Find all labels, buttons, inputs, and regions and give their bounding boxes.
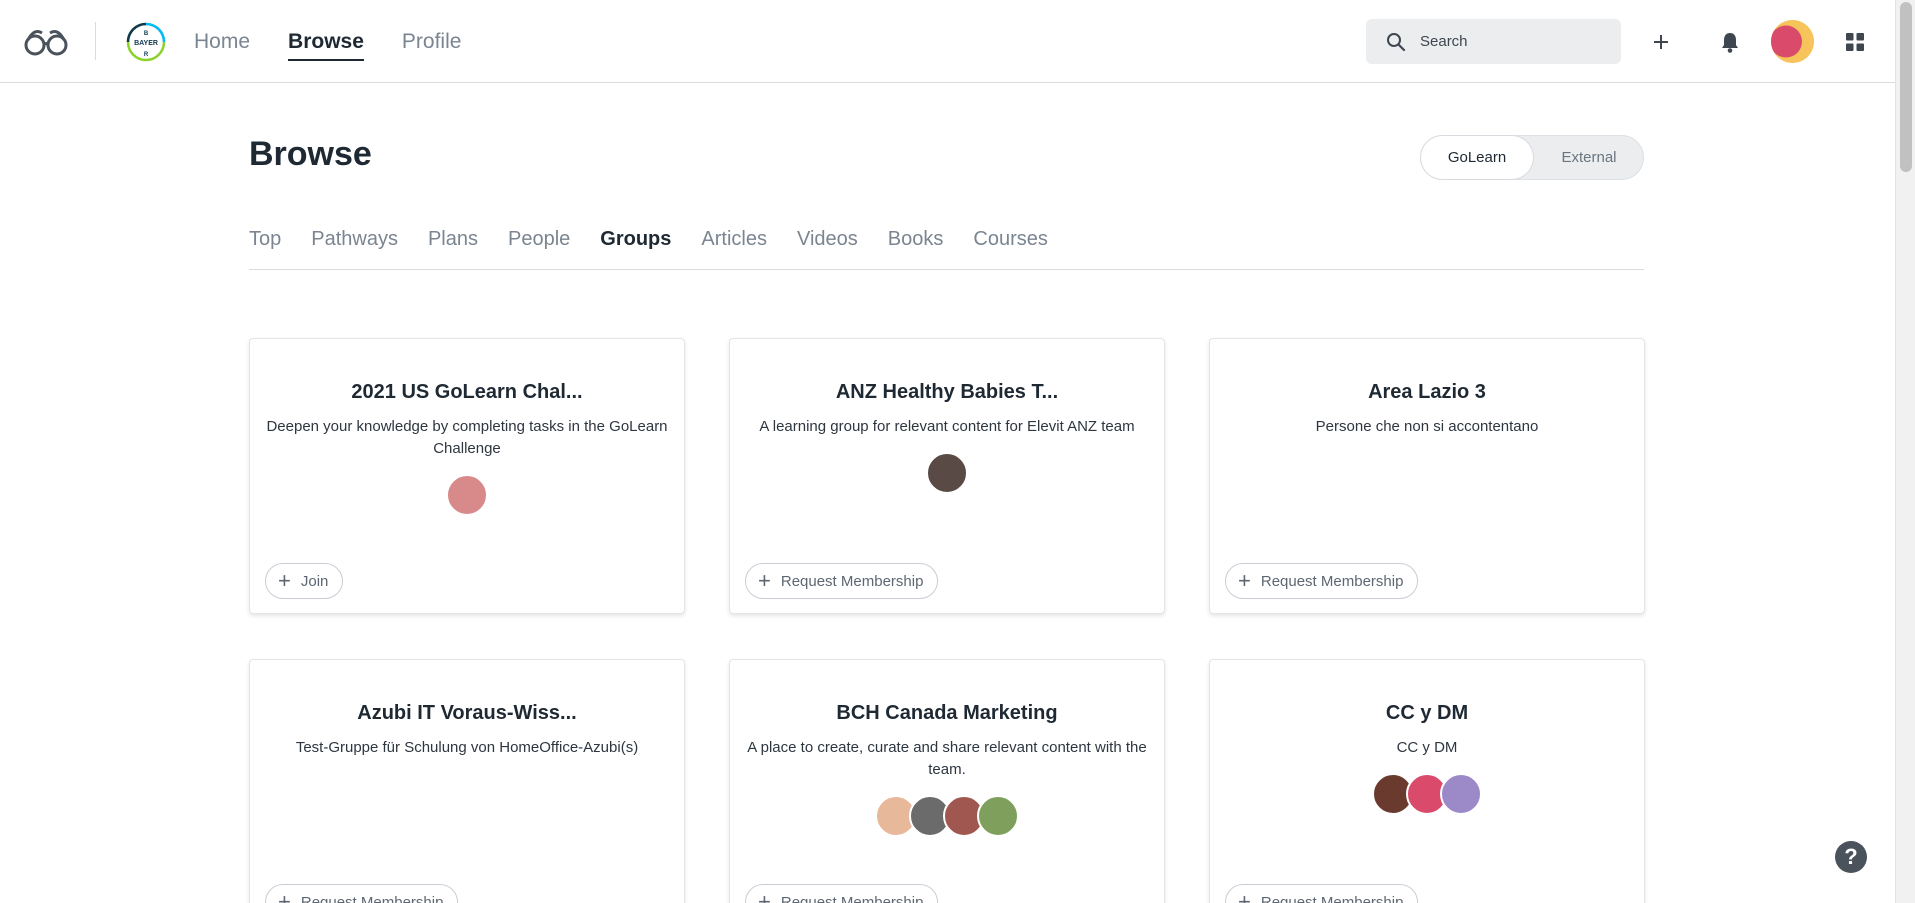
- join-button-label: Join: [300, 572, 329, 590]
- member-avatar[interactable]: [446, 474, 488, 516]
- group-card[interactable]: 2021 US GoLearn Chal... Deepen your know…: [249, 338, 685, 614]
- group-card[interactable]: BCH Canada Marketing A place to create, …: [729, 659, 1165, 903]
- group-card[interactable]: CC y DM CC y DM + Request Membership: [1209, 659, 1645, 903]
- request-membership-button[interactable]: + Request Membership: [745, 884, 939, 903]
- tab-plans[interactable]: Plans: [428, 228, 478, 268]
- scrollbar-thumb[interactable]: [1900, 2, 1912, 172]
- notifications-button[interactable]: [1712, 24, 1748, 60]
- group-title[interactable]: Azubi IT Voraus-Wiss...: [260, 702, 674, 725]
- tab-people[interactable]: People: [508, 228, 570, 268]
- member-avatar[interactable]: [926, 452, 968, 494]
- tab-courses[interactable]: Courses: [973, 228, 1047, 268]
- help-button[interactable]: ?: [1835, 841, 1867, 873]
- create-button[interactable]: [1643, 24, 1679, 60]
- source-toggle: GoLearn External: [1420, 135, 1644, 180]
- group-card[interactable]: ANZ Healthy Babies T... A learning group…: [729, 338, 1165, 614]
- page-title: Browse: [249, 135, 372, 173]
- search-input[interactable]: [1420, 33, 1610, 50]
- member-avatar[interactable]: [977, 795, 1019, 837]
- join-button[interactable]: + Join: [265, 563, 344, 599]
- member-avatar[interactable]: [1440, 773, 1482, 815]
- group-description: Deepen your knowledge by completing task…: [266, 418, 668, 457]
- plus-icon: +: [758, 889, 771, 903]
- member-avatars: [730, 452, 1164, 494]
- group-description: Persone che non si accontentano: [1315, 418, 1539, 435]
- grid-icon: [1846, 33, 1864, 51]
- request-membership-label: Request Membership: [780, 572, 924, 590]
- apps-grid-button[interactable]: [1837, 24, 1873, 60]
- user-avatar[interactable]: [1771, 20, 1814, 63]
- plus-icon: +: [278, 889, 291, 903]
- bell-icon: [1722, 33, 1738, 53]
- request-membership-label: Request Membership: [1260, 572, 1404, 590]
- search-box[interactable]: [1366, 19, 1621, 64]
- plus-icon: [1654, 35, 1668, 49]
- top-bar: BAYER B R Home Browse Profile: [0, 0, 1895, 83]
- request-membership-label: Request Membership: [780, 893, 924, 903]
- tab-groups[interactable]: Groups: [600, 228, 671, 268]
- nav-browse[interactable]: Browse: [288, 0, 364, 83]
- request-membership-label: Request Membership: [1260, 893, 1404, 903]
- svg-text:R: R: [144, 52, 149, 58]
- group-description: A learning group for relevant content fo…: [759, 418, 1135, 435]
- page-scrollbar[interactable]: [1895, 0, 1915, 903]
- bayer-logo-text: BAYER: [134, 40, 158, 47]
- request-membership-label: Request Membership: [300, 893, 444, 903]
- nav-home[interactable]: Home: [194, 0, 250, 83]
- group-description: A place to create, curate and share rele…: [747, 739, 1147, 778]
- toggle-external[interactable]: External: [1533, 136, 1645, 179]
- request-membership-button[interactable]: + Request Membership: [745, 563, 939, 599]
- bayer-logo-icon[interactable]: BAYER B R: [126, 22, 166, 62]
- group-description: CC y DM: [1396, 739, 1458, 756]
- header-divider: [95, 22, 96, 60]
- tab-books[interactable]: Books: [888, 228, 944, 268]
- glasses-logo-icon[interactable]: [24, 24, 68, 58]
- tab-pathways[interactable]: Pathways: [311, 228, 398, 268]
- nav-profile[interactable]: Profile: [402, 0, 462, 83]
- member-avatars: [730, 795, 1164, 837]
- user-avatar-graphic: [1771, 20, 1814, 63]
- main-nav: Home Browse Profile: [194, 0, 461, 83]
- group-title[interactable]: CC y DM: [1220, 702, 1634, 725]
- tab-videos[interactable]: Videos: [797, 228, 858, 268]
- toggle-golearn[interactable]: GoLearn: [1421, 136, 1533, 179]
- search-icon: [1387, 32, 1406, 51]
- browse-tabs: Top Pathways Plans People Groups Article…: [249, 228, 1644, 270]
- group-title[interactable]: Area Lazio 3: [1220, 381, 1634, 404]
- group-title[interactable]: 2021 US GoLearn Chal...: [260, 381, 674, 404]
- tab-articles[interactable]: Articles: [701, 228, 767, 268]
- group-card[interactable]: Area Lazio 3 Persone che non si acconten…: [1209, 338, 1645, 614]
- plus-icon: +: [278, 568, 291, 593]
- group-description: Test-Gruppe für Schulung von HomeOffice-…: [295, 739, 639, 756]
- request-membership-button[interactable]: + Request Membership: [265, 884, 459, 903]
- plus-icon: +: [758, 568, 771, 593]
- group-title[interactable]: ANZ Healthy Babies T...: [740, 381, 1154, 404]
- svg-text:B: B: [144, 31, 149, 37]
- member-avatars: [250, 474, 684, 516]
- plus-icon: +: [1238, 889, 1251, 903]
- group-card[interactable]: Azubi IT Voraus-Wiss... Test-Gruppe für …: [249, 659, 685, 903]
- group-title[interactable]: BCH Canada Marketing: [740, 702, 1154, 725]
- request-membership-button[interactable]: + Request Membership: [1225, 884, 1419, 903]
- tab-top[interactable]: Top: [249, 228, 281, 268]
- member-avatars: [1210, 773, 1644, 815]
- request-membership-button[interactable]: + Request Membership: [1225, 563, 1419, 599]
- plus-icon: +: [1238, 568, 1251, 593]
